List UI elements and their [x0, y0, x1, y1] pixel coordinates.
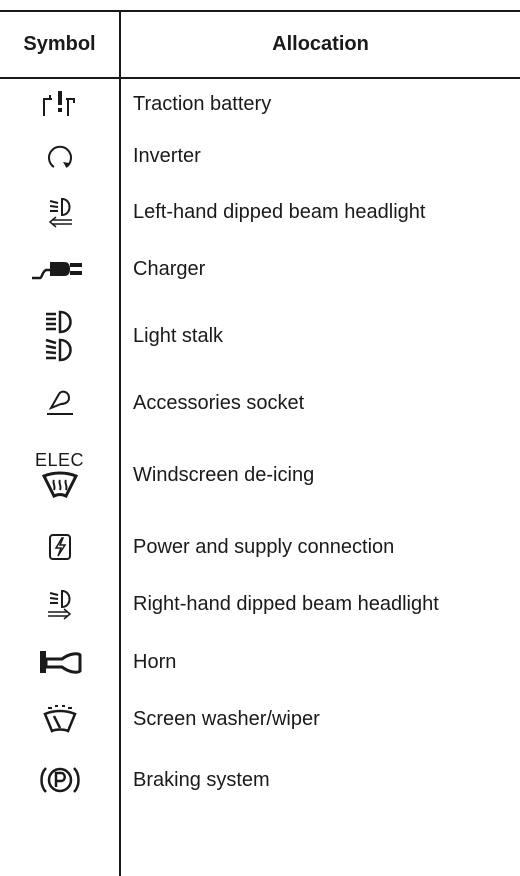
- allocation-label: Braking system: [133, 768, 270, 791]
- right-dipped-beam-icon: [42, 587, 78, 621]
- table-row: Accessories socket: [0, 375, 520, 431]
- symbol-cell: [0, 691, 119, 747]
- screen-washer-wiper-icon: [42, 704, 78, 734]
- table-row: Right-hand dipped beam headlight: [0, 575, 520, 633]
- header-symbol: Symbol: [23, 33, 96, 55]
- table-row: Screen washer/wiper: [0, 691, 520, 747]
- table-row: ELEC Windscreen de-icing: [0, 431, 520, 519]
- symbol-cell: [0, 375, 119, 431]
- allocation-label: Horn: [133, 650, 177, 673]
- symbol-cell: [0, 297, 119, 375]
- accessories-socket-icon: [43, 388, 77, 418]
- symbol-cell: [0, 183, 119, 241]
- symbol-cell: [0, 241, 119, 297]
- allocation-label: Charger: [133, 257, 206, 280]
- symbol-cell: [0, 129, 119, 183]
- header-allocation: Allocation: [272, 33, 369, 55]
- table-row: Light stalk: [0, 297, 520, 375]
- symbol-cell: [0, 575, 119, 633]
- traction-battery-icon: [40, 89, 80, 119]
- table-row: Inverter: [0, 129, 520, 183]
- elec-label: ELEC: [34, 450, 85, 470]
- symbol-cell: [0, 79, 119, 129]
- table-row: Power and supply connection: [0, 519, 520, 575]
- table-row: Traction battery: [0, 79, 520, 129]
- allocation-label: Light stalk: [133, 324, 224, 347]
- allocation-label: Accessories socket: [133, 391, 305, 414]
- allocation-label: Screen washer/wiper: [133, 707, 320, 730]
- symbol-cell: [0, 633, 119, 691]
- table-row: Charger: [0, 241, 520, 297]
- symbol-cell: [0, 519, 119, 575]
- power-supply-icon: [47, 533, 73, 561]
- allocation-label: Inverter: [133, 144, 201, 167]
- charger-plug-icon: [30, 254, 90, 284]
- symbol-cell: [0, 747, 119, 813]
- table-row: Horn: [0, 633, 520, 691]
- allocation-label: Right-hand dipped beam headlight: [133, 592, 439, 615]
- windscreen-de-icing-icon: [40, 470, 80, 500]
- table-row: Braking system: [0, 747, 520, 813]
- allocation-label: Power and supply connection: [133, 535, 395, 558]
- allocation-label: Left-hand dipped beam headlight: [133, 200, 426, 223]
- allocation-label: Windscreen de-icing: [133, 463, 315, 486]
- horn-icon: [38, 647, 82, 677]
- allocation-label: Traction battery: [133, 92, 272, 115]
- inverter-icon: [45, 141, 75, 171]
- light-stalk-icon: [40, 308, 80, 364]
- symbol-cell: ELEC: [0, 431, 119, 519]
- left-dipped-beam-icon: [42, 195, 78, 229]
- table-row: Left-hand dipped beam headlight: [0, 183, 520, 241]
- braking-system-icon: [38, 764, 82, 796]
